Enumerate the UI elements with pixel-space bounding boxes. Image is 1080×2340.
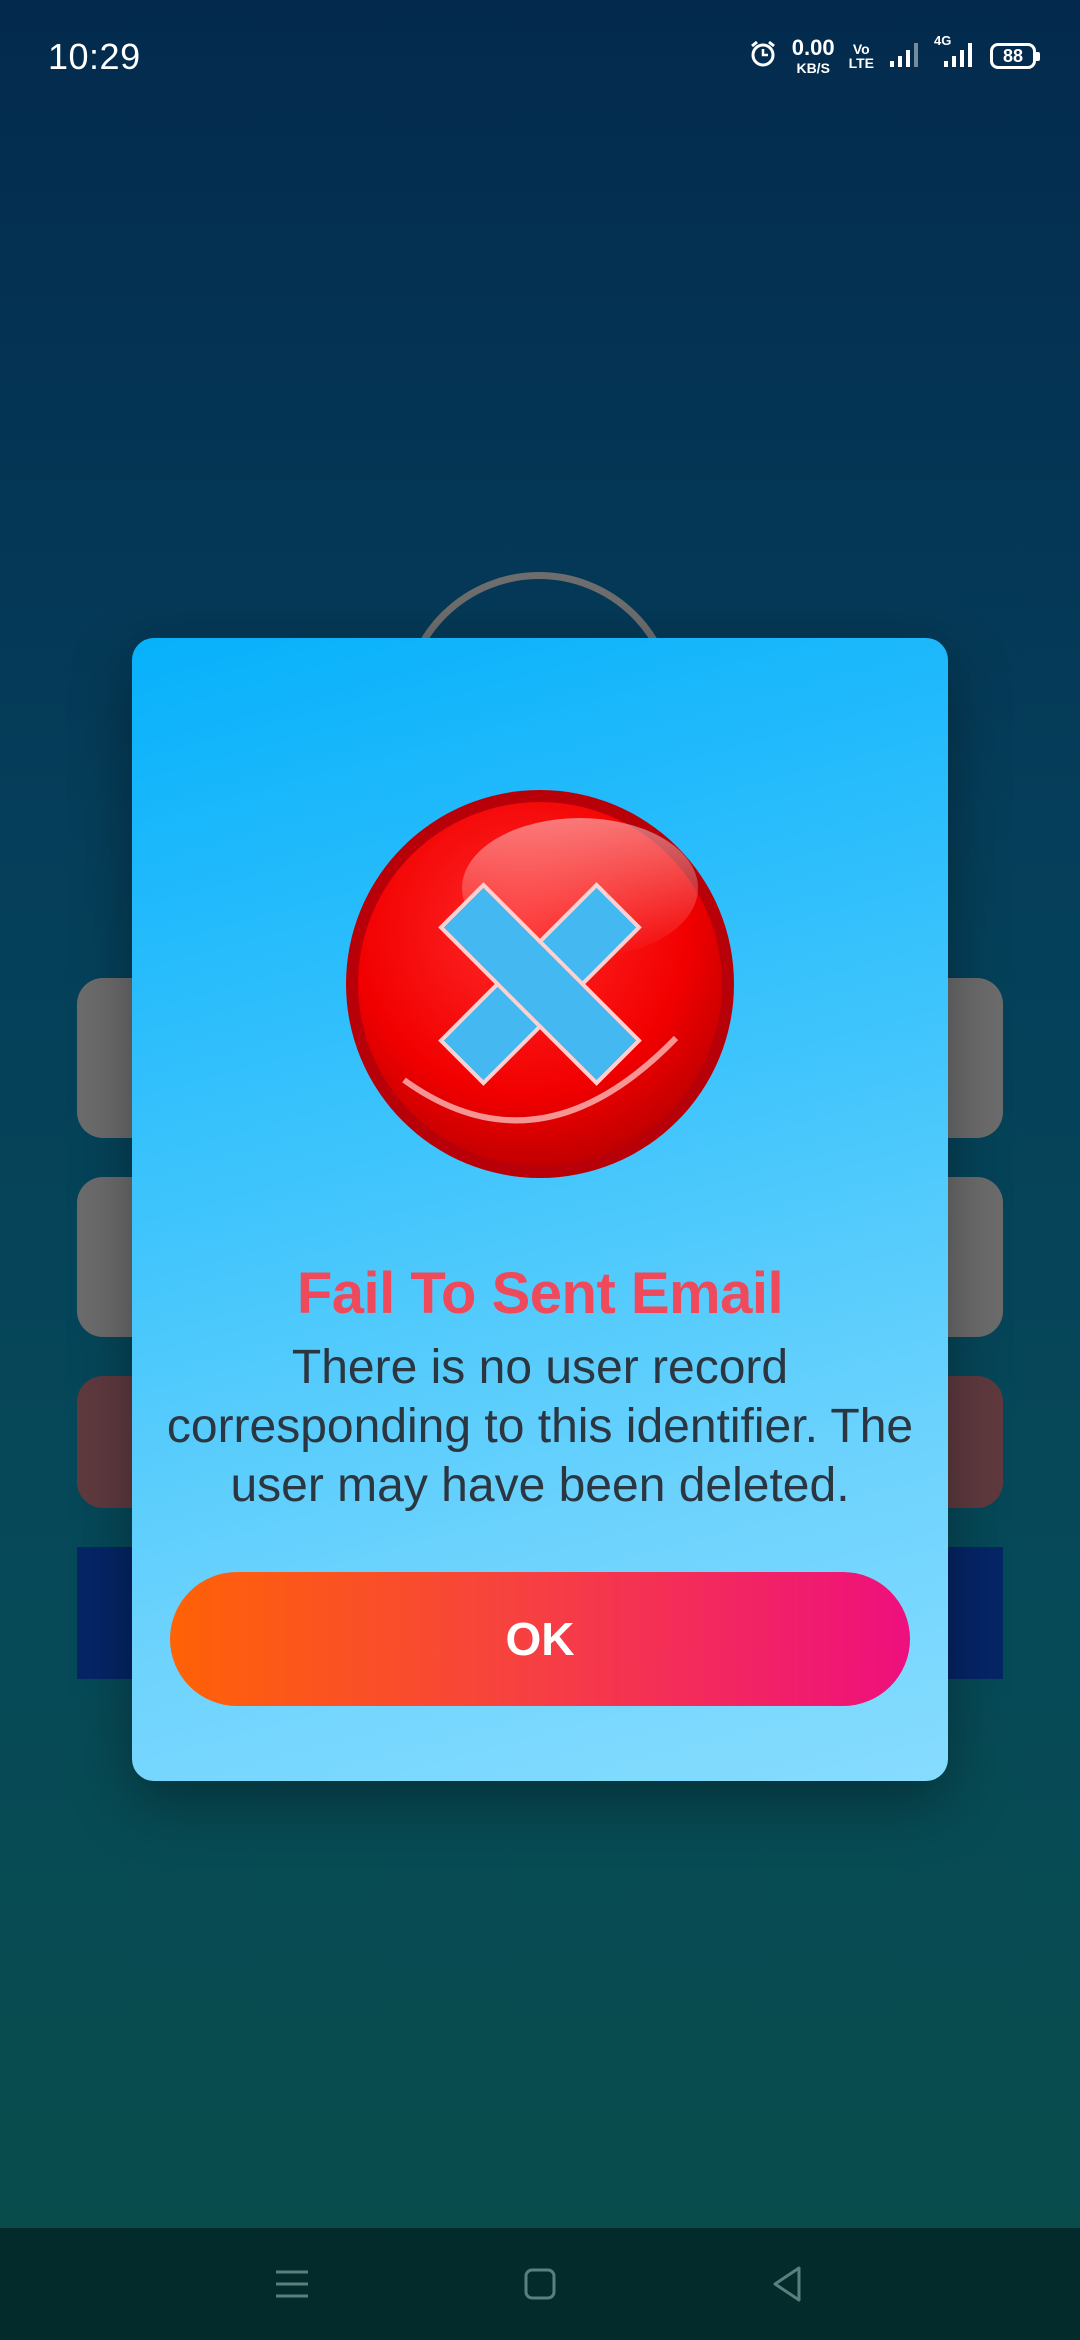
status-time: 10:29	[48, 36, 141, 77]
home-icon	[520, 2264, 560, 2309]
back-button[interactable]	[757, 2256, 817, 2316]
menu-icon	[272, 2266, 312, 2307]
volte-bottom: LTE	[848, 55, 874, 71]
status-icons: 0.00 KB/S Vo LTE 4G 88	[748, 33, 1040, 76]
menu-button[interactable]	[262, 2256, 322, 2316]
network-type-label: 4G	[934, 32, 952, 48]
network-speed-value: 0.00	[791, 35, 835, 60]
network-speed-unit: KB/S	[796, 60, 830, 76]
error-x-icon	[344, 788, 736, 1180]
network-speed: 0.00 KB/S	[791, 35, 835, 76]
screen: 10:29 0.00 KB/S Vo LTE 4G 88 Fail To Sen…	[0, 0, 1080, 2340]
battery-icon: 88	[990, 43, 1040, 69]
signal-4g-icon: 4G	[934, 33, 976, 74]
battery-level: 88	[1002, 45, 1024, 66]
dialog-message: There is no user record corresponding to…	[166, 1341, 914, 1512]
volte-top: Vo	[852, 41, 870, 57]
error-dialog: Fail To Sent Email There is no user reco…	[132, 638, 948, 1781]
volte-indicator: Vo LTE	[849, 42, 874, 70]
ok-button[interactable]: OK	[170, 1572, 910, 1706]
navigation-bar	[0, 2228, 1080, 2340]
signal-icon	[888, 39, 920, 74]
dialog-title: Fail To Sent Email	[296, 1261, 784, 1326]
status-bar: 10:29 0.00 KB/S Vo LTE 4G 88	[0, 0, 1080, 115]
alarm-icon	[748, 39, 778, 74]
home-button[interactable]	[510, 2256, 570, 2316]
back-icon	[767, 2264, 807, 2309]
